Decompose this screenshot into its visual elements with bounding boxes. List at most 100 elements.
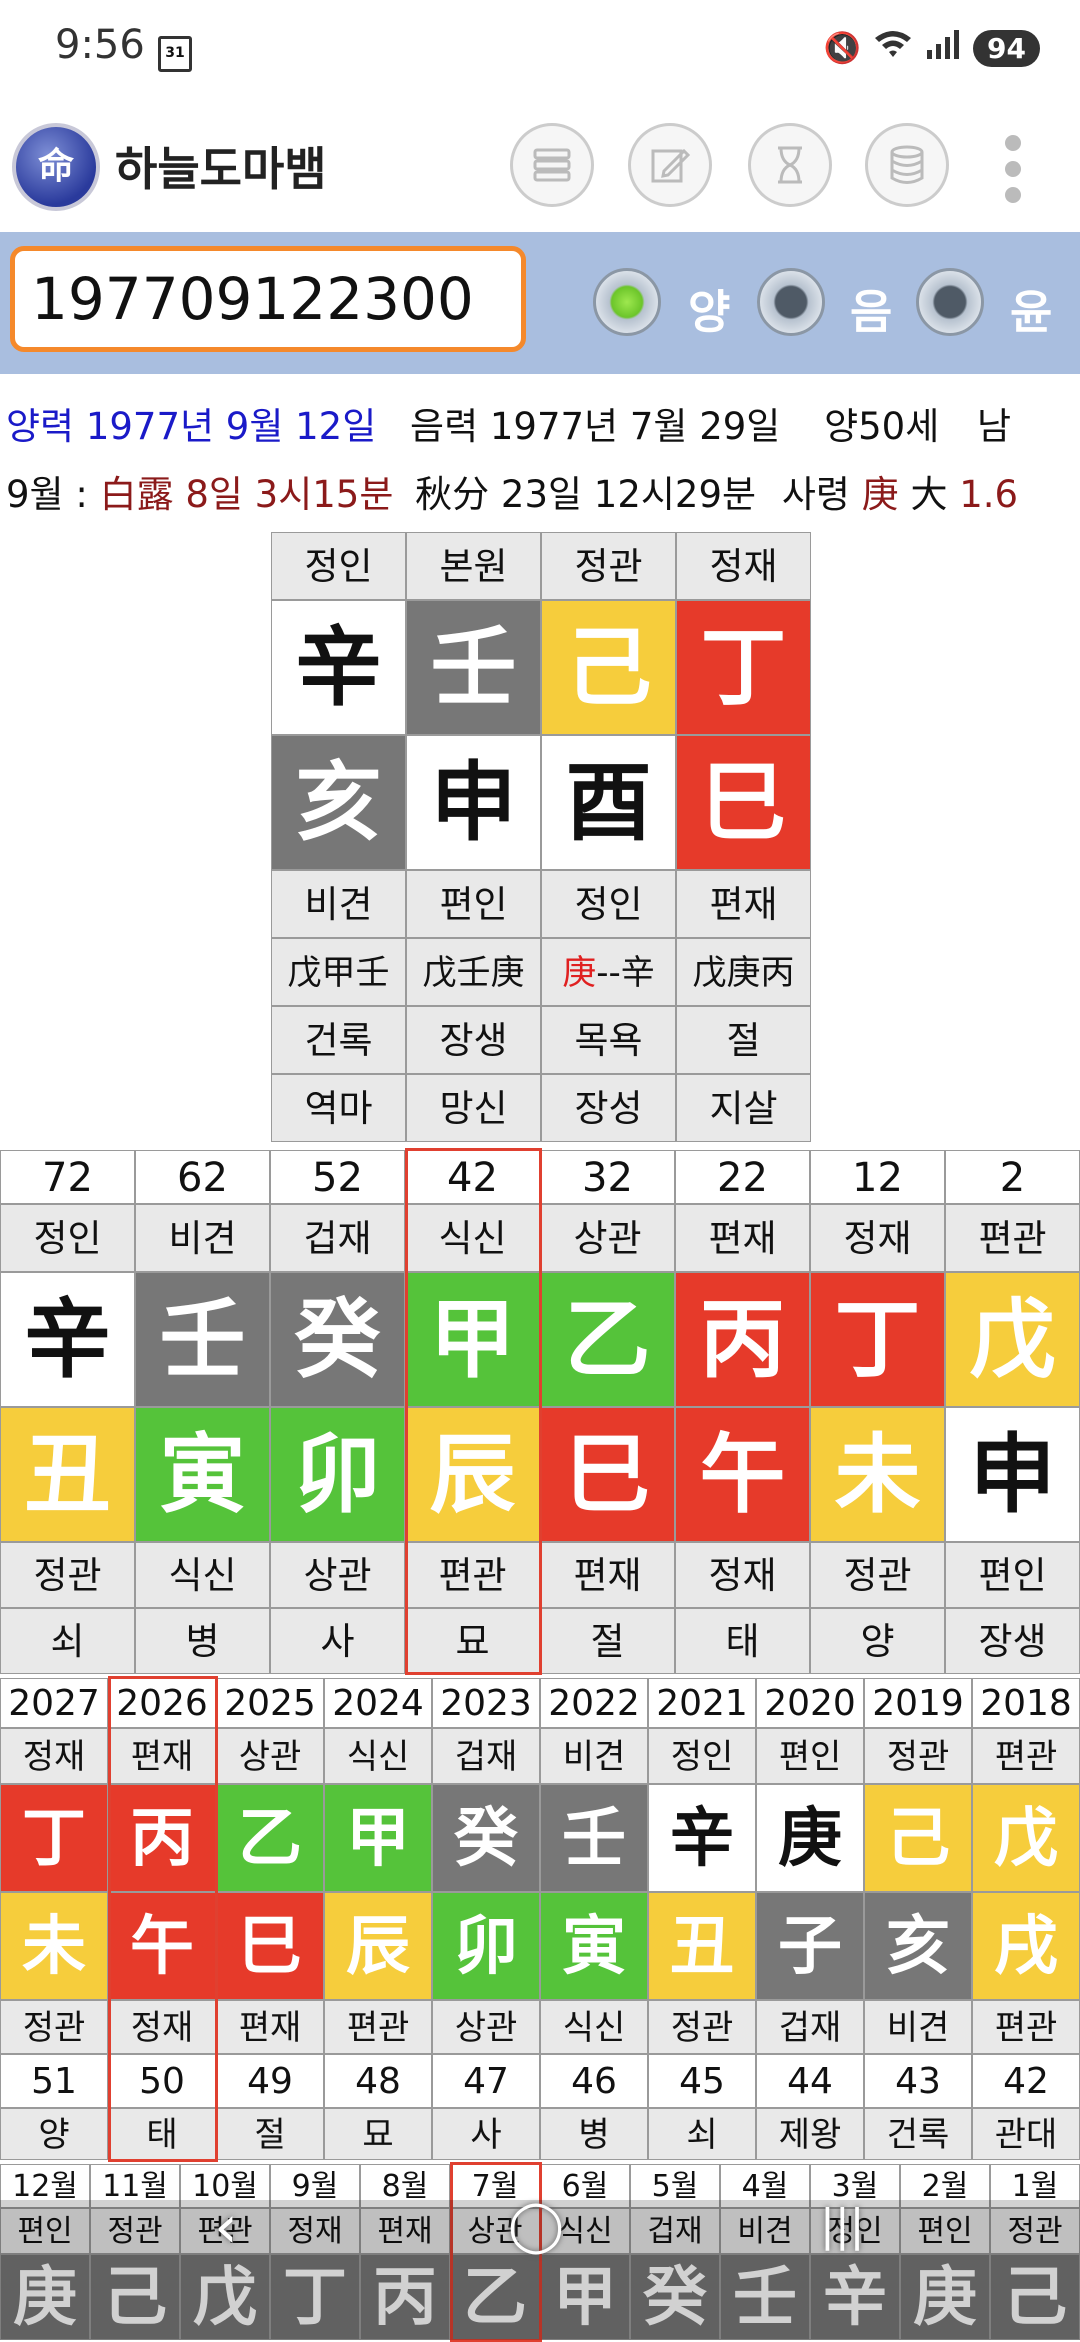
seun-stem[interactable]: 己 xyxy=(864,1784,972,1892)
signal-icon xyxy=(925,28,961,68)
status-bar: 9:56 31 🔇 94 xyxy=(0,0,1080,105)
daeun-age: 32 xyxy=(540,1150,675,1204)
seun-stem[interactable]: 丁 xyxy=(0,1784,108,1892)
seun-branch[interactable]: 卯 xyxy=(432,1892,540,2000)
seun-branch-label: 비견 xyxy=(864,2000,972,2054)
seun-branch[interactable]: 寅 xyxy=(540,1892,648,2000)
seun-stage: 묘 xyxy=(324,2108,432,2160)
list-button[interactable] xyxy=(510,123,594,207)
seun-age: 44 xyxy=(756,2054,864,2108)
radio-lunar-label[interactable]: 음 xyxy=(850,276,892,342)
seun-stem[interactable]: 辛 xyxy=(648,1784,756,1892)
seun-stem[interactable]: 癸 xyxy=(432,1784,540,1892)
pillar-stem[interactable]: 壬 xyxy=(406,600,541,735)
seun-stem[interactable]: 丙 xyxy=(108,1784,216,1892)
daeun-branch[interactable]: 巳 xyxy=(540,1407,675,1542)
seun-year[interactable]: 2020 xyxy=(756,1678,864,1728)
seun-stem-label: 정인 xyxy=(648,1728,756,1784)
radio-solar[interactable] xyxy=(593,268,661,336)
saryeong-char: 庚 xyxy=(861,473,899,516)
recents-button[interactable]: ||| xyxy=(820,2200,864,2251)
pillar-stage: 목욕 xyxy=(541,1006,676,1074)
calendar-icon: 31 xyxy=(158,36,192,72)
pillar-stem[interactable]: 己 xyxy=(541,600,676,735)
daeun-stem[interactable]: 丙 xyxy=(675,1272,810,1407)
seun-branch[interactable]: 午 xyxy=(108,1892,216,2000)
seun-year[interactable]: 2021 xyxy=(648,1678,756,1728)
edit-button[interactable] xyxy=(628,123,712,207)
daeun-branch[interactable]: 丑 xyxy=(0,1407,135,1542)
daeun-stem[interactable]: 乙 xyxy=(540,1272,675,1407)
daeun-branch[interactable]: 辰 xyxy=(405,1407,540,1542)
pillar-branch[interactable]: 酉 xyxy=(541,735,676,870)
pillar-stem[interactable]: 丁 xyxy=(676,600,811,735)
history-button[interactable] xyxy=(748,123,832,207)
battery-icon: 94 xyxy=(973,29,1040,67)
seun-branch[interactable]: 巳 xyxy=(216,1892,324,2000)
app-logo[interactable]: 命 xyxy=(12,123,100,211)
seun-year[interactable]: 2026 xyxy=(108,1678,216,1728)
seun-year[interactable]: 2027 xyxy=(0,1678,108,1728)
seun-branch[interactable]: 亥 xyxy=(864,1892,972,2000)
radio-leap[interactable] xyxy=(916,268,984,336)
seun-year[interactable]: 2023 xyxy=(432,1678,540,1728)
seun-stem[interactable]: 壬 xyxy=(540,1784,648,1892)
solar-term-2: 秋分 23일 12시29분 xyxy=(415,473,757,516)
pillar-spirit: 망신 xyxy=(406,1074,541,1142)
seun-stem[interactable]: 戊 xyxy=(972,1784,1080,1892)
seun-branch[interactable]: 丑 xyxy=(648,1892,756,2000)
daeun-branch[interactable]: 未 xyxy=(810,1407,945,1542)
pillar-branch[interactable]: 亥 xyxy=(271,735,406,870)
radio-leap-label[interactable]: 윤 xyxy=(1010,276,1052,342)
daeun-stem[interactable]: 戊 xyxy=(945,1272,1080,1407)
daeun-stem[interactable]: 甲 xyxy=(405,1272,540,1407)
pillar-stem[interactable]: 辛 xyxy=(271,600,406,735)
daeun-branch-label: 정재 xyxy=(675,1542,810,1608)
daeun-branch[interactable]: 申 xyxy=(945,1407,1080,1542)
seun-year[interactable]: 2019 xyxy=(864,1678,972,1728)
seun-branch[interactable]: 未 xyxy=(0,1892,108,2000)
more-vert-icon[interactable] xyxy=(1003,135,1023,213)
pillar-branch-label: 편재 xyxy=(676,870,811,938)
hidden-stem-rest: --辛 xyxy=(596,953,655,993)
mute-icon: 🔇 xyxy=(823,30,862,66)
daeun-branch[interactable]: 寅 xyxy=(135,1407,270,1542)
daeun-stem-label: 편관 xyxy=(945,1204,1080,1272)
seun-stage: 절 xyxy=(216,2108,324,2160)
daeun-stem[interactable]: 辛 xyxy=(0,1272,135,1407)
daeun-branch-label: 정관 xyxy=(810,1542,945,1608)
back-button[interactable]: ‹ xyxy=(214,2192,238,2262)
daeun-branch[interactable]: 午 xyxy=(675,1407,810,1542)
app-bar: 命 하늘도마뱀 xyxy=(0,115,1080,225)
daeun-stem[interactable]: 癸 xyxy=(270,1272,405,1407)
birth-datetime-input[interactable] xyxy=(10,246,526,352)
daeun-stem[interactable]: 丁 xyxy=(810,1272,945,1407)
seun-year[interactable]: 2025 xyxy=(216,1678,324,1728)
home-button[interactable]: ◯ xyxy=(508,2196,564,2254)
seun-stem-label: 편관 xyxy=(972,1728,1080,1784)
seun-year[interactable]: 2024 xyxy=(324,1678,432,1728)
pillar-branch[interactable]: 申 xyxy=(406,735,541,870)
list-icon xyxy=(533,148,571,182)
pillar-branch-label: 정인 xyxy=(541,870,676,938)
daeun-stage: 쇠 xyxy=(0,1608,135,1674)
radio-lunar[interactable] xyxy=(757,268,825,336)
seun-year[interactable]: 2022 xyxy=(540,1678,648,1728)
seun-branch[interactable]: 子 xyxy=(756,1892,864,2000)
daeun-stage: 절 xyxy=(540,1608,675,1674)
seun-stem[interactable]: 庚 xyxy=(756,1784,864,1892)
pillar-branch[interactable]: 巳 xyxy=(676,735,811,870)
daeun-branch-label: 편관 xyxy=(405,1542,540,1608)
seun-year[interactable]: 2018 xyxy=(972,1678,1080,1728)
seun-branch[interactable]: 戌 xyxy=(972,1892,1080,2000)
seun-stem[interactable]: 乙 xyxy=(216,1784,324,1892)
seun-branch-label: 편관 xyxy=(972,2000,1080,2054)
database-button[interactable] xyxy=(865,123,949,207)
seun-branch[interactable]: 辰 xyxy=(324,1892,432,2000)
daeun-branch[interactable]: 卯 xyxy=(270,1407,405,1542)
seun-stem-label: 비견 xyxy=(540,1728,648,1784)
daeun-stem[interactable]: 壬 xyxy=(135,1272,270,1407)
radio-solar-label[interactable]: 양 xyxy=(688,276,730,342)
seun-stem[interactable]: 甲 xyxy=(324,1784,432,1892)
pillar-hidden-stems: 戊壬庚 xyxy=(406,938,541,1006)
